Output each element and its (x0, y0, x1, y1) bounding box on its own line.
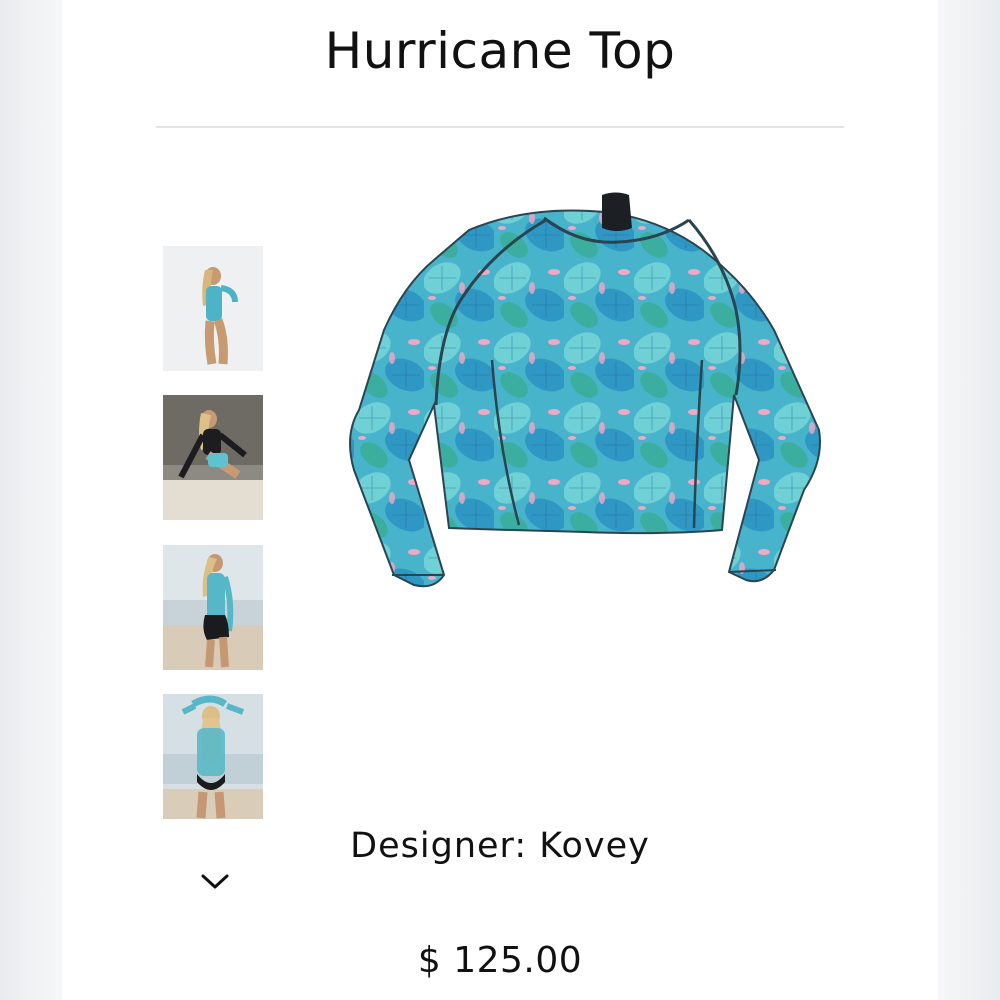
designer-label: Designer: Kovey (350, 826, 650, 866)
left-margin (0, 0, 62, 1000)
right-margin (938, 0, 1000, 1000)
thumbnail-1[interactable] (163, 246, 263, 371)
thumbnail-2[interactable] (163, 395, 263, 520)
price-label: $ 125.00 (417, 940, 583, 981)
product-title: Hurricane Top (324, 22, 676, 80)
product-main-image[interactable] (284, 190, 829, 610)
title-divider (156, 126, 844, 128)
chevron-down-icon[interactable] (198, 868, 232, 894)
thumbnail-3[interactable] (163, 545, 263, 670)
thumbnail-4[interactable] (163, 694, 263, 819)
product-page: Hurricane Top Designer: Kovey $ 125.00 (62, 0, 938, 1000)
